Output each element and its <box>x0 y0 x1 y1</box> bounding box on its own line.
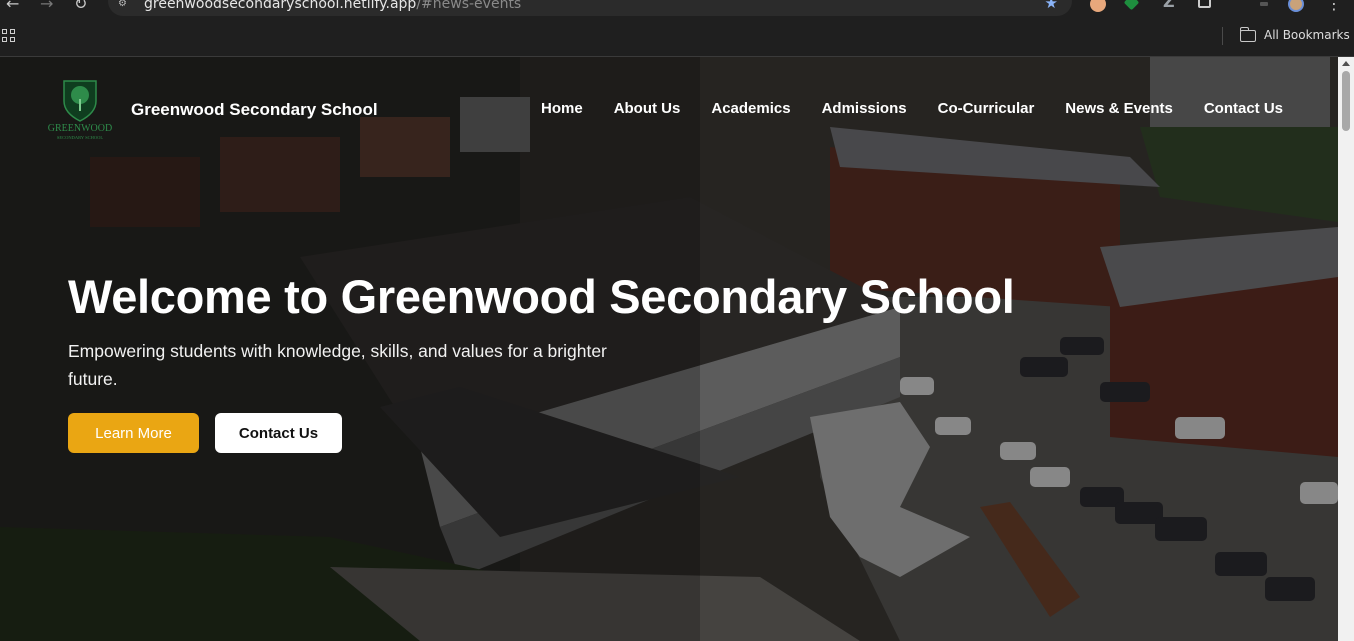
bookmarks-divider <box>1222 27 1223 45</box>
apps-grid-icon[interactable] <box>2 29 15 42</box>
nav-about-us[interactable]: About Us <box>614 100 681 117</box>
main-nav: Home About Us Academics Admissions Co-Cu… <box>541 100 1283 117</box>
scroll-up-arrow-icon[interactable] <box>1342 61 1350 66</box>
nav-academics[interactable]: Academics <box>711 100 790 117</box>
hero-subtitle: Empowering students with knowledge, skil… <box>68 341 607 389</box>
contact-us-button[interactable]: Contact Us <box>215 413 342 453</box>
learn-more-button[interactable]: Learn More <box>68 413 199 453</box>
nav-co-curricular[interactable]: Co-Curricular <box>938 100 1035 117</box>
nav-admissions[interactable]: Admissions <box>822 100 907 117</box>
extension-icon[interactable]: Z <box>1163 0 1175 11</box>
back-arrow-icon[interactable]: ← <box>6 0 19 13</box>
logo-text-sub: SECONDARY SCHOOL <box>57 135 103 140</box>
all-bookmarks-link[interactable]: All Bookmarks <box>1264 28 1350 42</box>
reload-icon[interactable]: ↻ <box>74 0 87 13</box>
scrollbar-thumb[interactable] <box>1342 71 1350 131</box>
page-scrollbar[interactable] <box>1338 57 1354 641</box>
star-icon[interactable]: ★ <box>1045 0 1058 12</box>
hero-section: GREENWOOD SECONDARY SCHOOL Greenwood Sec… <box>0 57 1338 641</box>
nav-contact-us[interactable]: Contact Us <box>1204 100 1283 117</box>
browser-toolbar: ← → ↻ ⚙ greenwoodsecondaryschool.netlify… <box>0 0 1354 16</box>
nav-news-events[interactable]: News & Events <box>1065 100 1173 117</box>
extensions-puzzle-icon[interactable] <box>1198 0 1211 8</box>
address-bar[interactable]: ⚙ greenwoodsecondaryschool.netlify.app/#… <box>108 0 1072 16</box>
forward-arrow-icon[interactable]: → <box>40 0 53 13</box>
school-logo[interactable]: GREENWOOD SECONDARY SCHOOL <box>44 79 116 141</box>
nav-home[interactable]: Home <box>541 100 583 117</box>
site-title[interactable]: Greenwood Secondary School <box>131 100 378 120</box>
bookmarks-bar: All Bookmarks <box>0 16 1354 57</box>
tree-crest-icon: GREENWOOD SECONDARY SCHOOL <box>48 80 112 140</box>
folder-icon <box>1239 27 1256 42</box>
profile-avatar[interactable] <box>1288 0 1304 12</box>
menu-kebab-icon[interactable]: ⋮ <box>1326 0 1342 13</box>
page-viewport: GREENWOOD SECONDARY SCHOOL Greenwood Sec… <box>0 57 1354 641</box>
url-text[interactable]: greenwoodsecondaryschool.netlify.app/#ne… <box>144 0 521 12</box>
hero-title: Welcome to Greenwood Secondary School <box>68 270 1015 323</box>
site-info-icon[interactable]: ⚙ <box>118 0 127 9</box>
logo-text-main: GREENWOOD <box>48 123 112 134</box>
extension-icon[interactable] <box>1090 0 1106 12</box>
media-icon[interactable] <box>1260 2 1268 6</box>
extension-icon[interactable] <box>1123 0 1140 11</box>
